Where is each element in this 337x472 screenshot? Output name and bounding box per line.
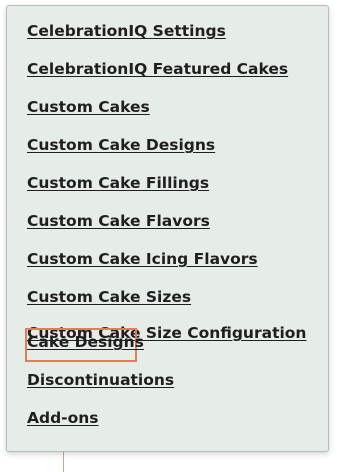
menu-item-custom-cake-designs[interactable]: Custom Cake Designs [27,136,215,154]
menu-item-cake-designs[interactable]: Cake Designs [27,333,144,351]
dropdown-menu: CelebrationIQ Settings CelebrationIQ Fea… [6,5,329,452]
menu-item-discontinuations[interactable]: Discontinuations [27,371,174,389]
menu-item-celebrationiq-featured-cakes[interactable]: CelebrationIQ Featured Cakes [27,60,288,78]
background-divider [63,452,64,472]
menu-item-custom-cakes[interactable]: Custom Cakes [27,98,150,116]
menu-item-celebrationiq-settings[interactable]: CelebrationIQ Settings [27,22,226,40]
menu-item-custom-cake-flavors[interactable]: Custom Cake Flavors [27,212,210,230]
menu-item-custom-cake-icing-flavors[interactable]: Custom Cake Icing Flavors [27,250,258,268]
menu-item-custom-cake-sizes[interactable]: Custom Cake Sizes [27,288,191,306]
menu-item-add-ons[interactable]: Add-ons [27,409,99,427]
screen: CelebrationIQ Settings CelebrationIQ Fea… [0,0,337,472]
menu-item-custom-cake-fillings[interactable]: Custom Cake Fillings [27,174,209,192]
